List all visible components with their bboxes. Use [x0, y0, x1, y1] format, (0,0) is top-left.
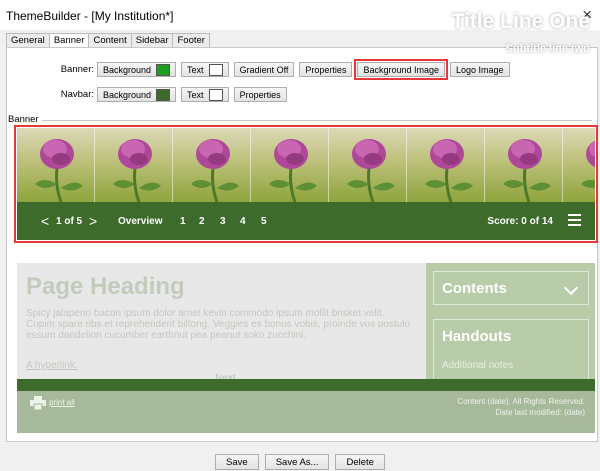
- navbar-background-button[interactable]: Background: [97, 87, 177, 102]
- menu-icon[interactable]: [568, 214, 581, 229]
- banner-background-label: Background: [103, 64, 152, 75]
- navbar-background-label: Background: [103, 89, 152, 100]
- banner-text-button[interactable]: Text: [181, 62, 229, 77]
- preview-footer: print all Content (date). All Rights Res…: [17, 391, 595, 433]
- clover-flower-tile: [173, 128, 251, 202]
- navbar-preview: < 1 of 5 > Overview 1 2 3 4 5 Score: 0 o…: [17, 202, 595, 240]
- tab-content[interactable]: Content: [88, 33, 132, 48]
- clover-flower-tile: [563, 128, 595, 202]
- gradient-button[interactable]: Gradient Off: [233, 62, 295, 77]
- preview-main: Page Heading Spicy jalapeno bacon ipsum …: [17, 263, 426, 384]
- banner-text-swatch: [208, 63, 223, 76]
- prev-page-icon[interactable]: <: [41, 213, 49, 229]
- navbar-row-label: Navbar:: [60, 89, 94, 100]
- navbar-text-button[interactable]: Text: [181, 87, 229, 102]
- banner-background-button[interactable]: Background: [97, 62, 177, 77]
- banner-button-row: Banner: Background Text Gradient Off Pro…: [58, 59, 515, 80]
- clover-flower-tile: [251, 128, 329, 202]
- banner-background-swatch: [156, 63, 171, 76]
- chevron-down-icon: [563, 280, 579, 296]
- delete-button[interactable]: Delete: [335, 454, 385, 470]
- copyright-text: Content (date). All Rights Reserved. Dat…: [457, 396, 585, 418]
- banner-background-image[interactable]: [17, 128, 595, 202]
- clover-flower-tile: [95, 128, 173, 202]
- preview-hyperlink: A hyperlink.: [26, 360, 78, 371]
- clover-flower-tile: [329, 128, 407, 202]
- tab-sidebar[interactable]: Sidebar: [130, 33, 174, 48]
- page-body-text: Spicy jalapeno bacon ipsum dolor amet ke…: [26, 308, 411, 341]
- navbar-properties-button[interactable]: Properties: [233, 87, 287, 102]
- navbar-text-swatch: [208, 88, 223, 101]
- save-button[interactable]: Save: [215, 454, 259, 470]
- window-title: ThemeBuilder - [My Institution*]: [6, 9, 174, 23]
- background-image-button[interactable]: Background Image: [354, 59, 448, 80]
- printer-icon: [30, 396, 46, 410]
- next-page-icon[interactable]: >: [89, 213, 97, 229]
- navbar-button-row: Navbar: Background Text Properties: [58, 87, 292, 102]
- preview-footer-bar: [17, 379, 595, 391]
- page-counter: 1 of 5: [56, 216, 83, 227]
- overview-link[interactable]: Overview: [118, 216, 162, 227]
- sidebar-handouts-box: Handouts Additional notes: [433, 319, 589, 381]
- sidebar-contents-title: Contents: [442, 280, 507, 297]
- banner-subtitle: Subtitle line two: [505, 43, 590, 55]
- sidebar-handouts-title: Handouts: [442, 328, 512, 345]
- page-link-1[interactable]: 1: [180, 216, 186, 227]
- clover-flower-tile: [485, 128, 563, 202]
- score-text: Score: 0 of 14: [487, 216, 553, 227]
- banner-group-label: Banner: [8, 114, 42, 125]
- logo-image-button[interactable]: Logo Image: [450, 62, 510, 77]
- page-link-5[interactable]: 5: [261, 216, 267, 227]
- save-as-button[interactable]: Save As...: [264, 454, 330, 470]
- clover-flower-tile: [17, 128, 95, 202]
- navbar-background-swatch: [156, 88, 171, 101]
- banner-properties-button[interactable]: Properties: [299, 62, 353, 77]
- tab-general[interactable]: General: [6, 33, 50, 48]
- banner-row-label: Banner:: [60, 64, 94, 75]
- tab-footer[interactable]: Footer: [172, 33, 210, 48]
- clover-flower-tile: [407, 128, 485, 202]
- group-divider: [8, 120, 592, 121]
- copyright-line-1: Content (date). All Rights Reserved.: [457, 397, 585, 406]
- banner-title: Title Line One: [451, 10, 590, 33]
- tab-strip: General Banner Content Sidebar Footer: [6, 33, 210, 49]
- page-heading: Page Heading: [26, 273, 185, 300]
- dialog-buttons: Save Save As... Delete: [0, 454, 600, 470]
- print-all-link: print all: [49, 398, 75, 407]
- copyright-line-2: Date last modified: (date): [495, 408, 585, 417]
- preview-sidebar: Contents Handouts Additional notes: [426, 263, 595, 381]
- sidebar-contents-box: Contents: [433, 271, 589, 305]
- banner-text-label: Text: [187, 64, 204, 75]
- navbar-text-label: Text: [187, 89, 204, 100]
- page-preview: Page Heading Spicy jalapeno bacon ipsum …: [17, 263, 595, 433]
- additional-notes: Additional notes: [442, 360, 514, 371]
- page-link-4[interactable]: 4: [240, 216, 246, 227]
- page-link-2[interactable]: 2: [199, 216, 205, 227]
- page-link-3[interactable]: 3: [220, 216, 226, 227]
